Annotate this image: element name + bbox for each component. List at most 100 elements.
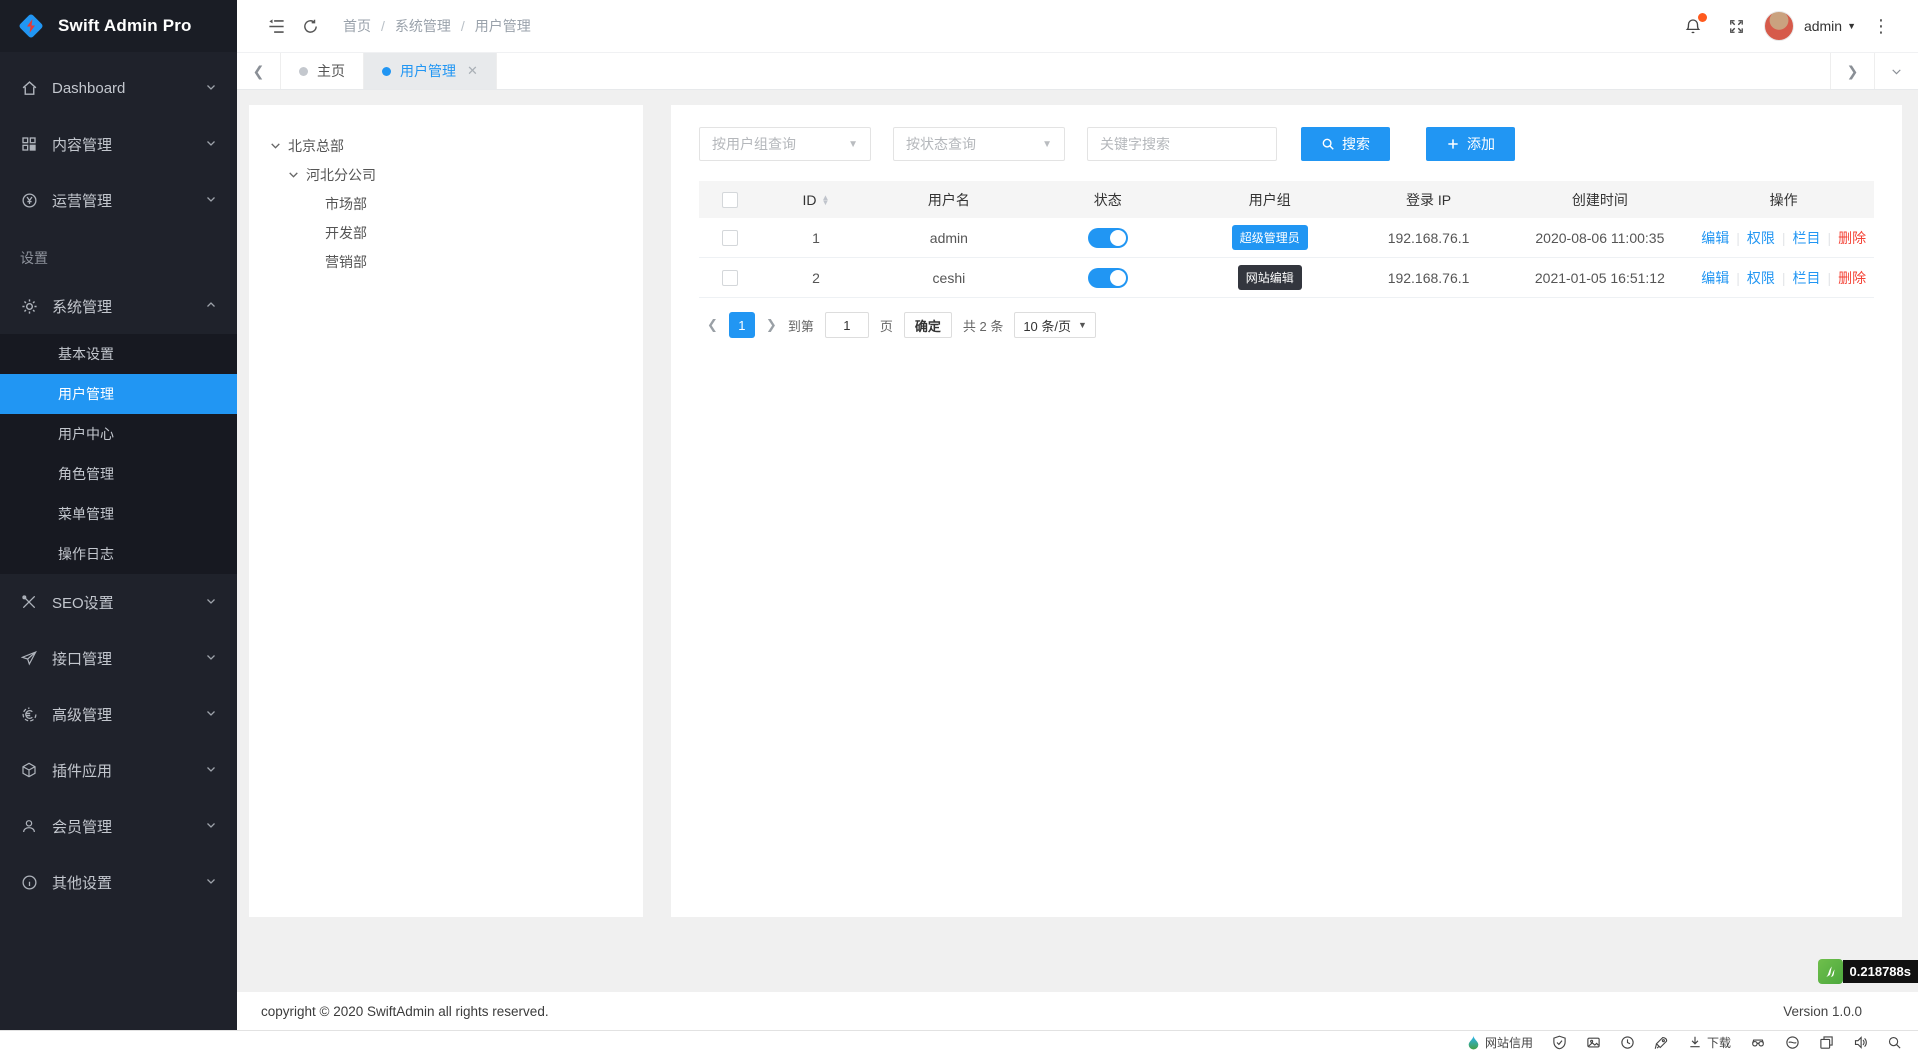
fullscreen-icon[interactable] [1720, 9, 1754, 43]
permission-link[interactable]: 权限 [1747, 228, 1775, 248]
status-toggle[interactable] [1088, 268, 1128, 288]
keyword-search-input[interactable] [1087, 127, 1277, 161]
sort-icon[interactable]: ▲▼ [822, 195, 830, 205]
column-link[interactable]: 栏目 [1792, 268, 1820, 288]
submenu-label: 用户管理 [58, 384, 114, 404]
pagination: ❮ 1 ❯ 到第 页 确定 共 2 条 10 条/页 ▼ [699, 312, 1874, 338]
add-button[interactable]: 添加 [1426, 127, 1515, 161]
sidebar-item-dashboard[interactable]: Dashboard [0, 60, 237, 116]
submenu-label: 用户中心 [58, 424, 114, 444]
sidebar-item-label: 其他设置 [52, 872, 112, 893]
sidebar-item-label: 运营管理 [52, 190, 112, 211]
page-search-icon[interactable] [1887, 1035, 1902, 1050]
sidebar-item-api[interactable]: 接口管理 [0, 630, 237, 686]
edit-link[interactable]: 编辑 [1701, 228, 1729, 248]
history-icon[interactable] [1620, 1035, 1635, 1050]
collapse-sidebar-icon[interactable] [259, 9, 293, 43]
close-tab-icon[interactable]: ✕ [467, 63, 478, 79]
sidebar-item-label: 插件应用 [52, 760, 112, 781]
row-checkbox[interactable] [722, 230, 738, 246]
tab-label: 主页 [317, 61, 345, 81]
window-layout-icon[interactable] [1819, 1035, 1834, 1050]
refresh-icon[interactable] [293, 9, 327, 43]
row-checkbox[interactable] [722, 270, 738, 286]
screenshot-icon[interactable] [1586, 1035, 1601, 1050]
sidebar-item-user-center[interactable]: 用户中心 [0, 414, 237, 454]
thinkphp-logo-icon [1818, 959, 1843, 984]
security-shield-icon[interactable] [1552, 1035, 1567, 1050]
chevron-down-icon: ▼ [1042, 139, 1052, 150]
prev-page-icon[interactable]: ❮ [707, 317, 718, 333]
select-all-checkbox[interactable] [722, 192, 738, 208]
volume-icon[interactable] [1853, 1035, 1868, 1050]
table-row: 2 ceshi 网站编辑 192.168.76.1 2021-01-05 16:… [699, 258, 1874, 298]
header-ip: 登录 IP [1351, 190, 1507, 210]
page-number-current[interactable]: 1 [729, 312, 755, 338]
gear-icon [20, 297, 38, 315]
notifications-button[interactable] [1676, 9, 1710, 43]
sidebar-item-user-management[interactable]: 用户管理 [0, 374, 237, 414]
user-icon [20, 817, 38, 835]
avatar[interactable] [1764, 11, 1794, 41]
sidebar-item-role-management[interactable]: 角色管理 [0, 454, 237, 494]
group-badge: 网站编辑 [1238, 265, 1302, 290]
goto-page-input[interactable] [825, 312, 869, 338]
status-filter-select[interactable]: 按状态查询 ▼ [893, 127, 1065, 161]
tree-node-leaf[interactable]: 营销部 [269, 247, 643, 276]
add-button-label: 添加 [1467, 134, 1495, 154]
cell-created: 2020-08-06 11:00:35 [1506, 230, 1693, 246]
clear-trace-icon[interactable] [1785, 1035, 1800, 1050]
search-button[interactable]: 搜索 [1301, 127, 1390, 161]
yen-circle-icon [20, 191, 38, 209]
toggle-knob [1110, 270, 1126, 286]
sidebar-item-plugins[interactable]: 插件应用 [0, 742, 237, 798]
per-page-select[interactable]: 10 条/页 ▼ [1014, 312, 1096, 338]
next-page-icon[interactable]: ❯ [766, 317, 777, 333]
delete-link[interactable]: 删除 [1838, 268, 1866, 288]
site-credit-button[interactable]: 网站信用 [1467, 1034, 1533, 1051]
chevron-down-icon: ▼ [1078, 320, 1087, 330]
tree-node-root[interactable]: 北京总部 [269, 131, 643, 160]
reading-mode-icon[interactable] [1750, 1035, 1766, 1050]
edit-link[interactable]: 编辑 [1701, 268, 1729, 288]
sidebar-item-content[interactable]: 内容管理 [0, 116, 237, 172]
sidebar-item-operation-log[interactable]: 操作日志 [0, 534, 237, 574]
breadcrumb-system[interactable]: 系统管理 [395, 16, 451, 36]
group-filter-select[interactable]: 按用户组查询 ▼ [699, 127, 871, 161]
submenu-label: 基本设置 [58, 344, 114, 364]
sidebar-item-other[interactable]: 其他设置 [0, 854, 237, 910]
breadcrumb-home[interactable]: 首页 [343, 16, 371, 36]
tab-home[interactable]: 主页 [281, 53, 364, 89]
sidebar-item-basic-settings[interactable]: 基本设置 [0, 334, 237, 374]
permission-link[interactable]: 权限 [1747, 268, 1775, 288]
boost-rocket-icon[interactable] [1654, 1035, 1669, 1050]
cell-actions: 编辑|权限|栏目|删除 [1693, 268, 1874, 288]
tabs-menu-icon[interactable] [1874, 53, 1918, 89]
tree-caret-icon[interactable] [269, 139, 282, 152]
tabs-scroll-left-icon[interactable]: ❮ [237, 53, 281, 89]
confirm-page-button[interactable]: 确定 [904, 312, 952, 338]
tab-user-management[interactable]: 用户管理 ✕ [364, 53, 497, 89]
tabs-scroll-right-icon[interactable]: ❯ [1830, 53, 1874, 89]
sidebar-item-seo[interactable]: SEO设置 [0, 574, 237, 630]
user-menu[interactable]: admin ▼ [1804, 18, 1856, 34]
tree-caret-icon[interactable] [287, 168, 300, 181]
tab-dot [299, 67, 308, 76]
delete-link[interactable]: 删除 [1838, 228, 1866, 248]
sidebar-item-members[interactable]: 会员管理 [0, 798, 237, 854]
more-options-icon[interactable]: ⋮ [1866, 16, 1896, 37]
tab-dot [382, 67, 391, 76]
column-link[interactable]: 栏目 [1792, 228, 1820, 248]
sidebar-item-advanced[interactable]: 高级管理 [0, 686, 237, 742]
tree-node-leaf[interactable]: 开发部 [269, 218, 643, 247]
header-id[interactable]: ID ▲▼ [761, 192, 871, 208]
sidebar-item-operation[interactable]: 运营管理 [0, 172, 237, 228]
sidebar-item-label: Dashboard [52, 80, 125, 97]
group-badge: 超级管理员 [1232, 225, 1308, 250]
sidebar-item-system[interactable]: 系统管理 [0, 278, 237, 334]
tree-node-branch[interactable]: 河北分公司 [269, 160, 643, 189]
tree-node-leaf[interactable]: 市场部 [269, 189, 643, 218]
status-toggle[interactable] [1088, 228, 1128, 248]
download-button[interactable]: 下载 [1688, 1034, 1731, 1051]
sidebar-item-menu-management[interactable]: 菜单管理 [0, 494, 237, 534]
